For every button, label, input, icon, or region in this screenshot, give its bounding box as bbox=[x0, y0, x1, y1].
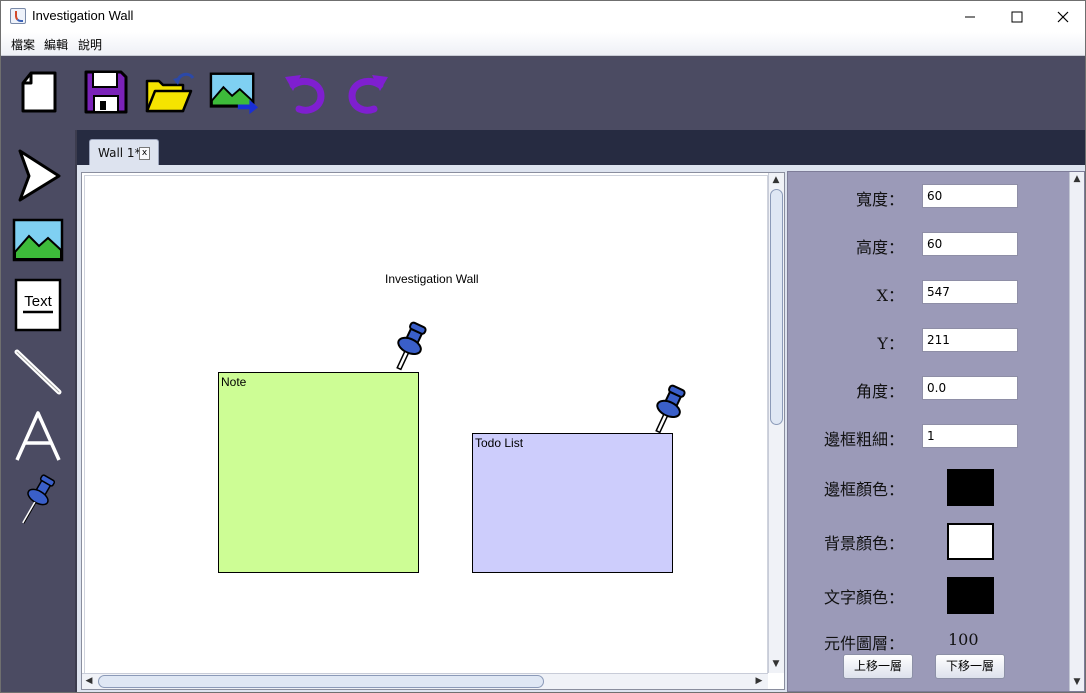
app-window: Investigation Wall 檔案 編輯 說明 Text Wall 1*… bbox=[0, 0, 1086, 693]
image-tool-button[interactable] bbox=[10, 212, 66, 268]
line-tool-icon bbox=[14, 349, 62, 395]
height-label: 高度： bbox=[855, 238, 904, 257]
window-title: Investigation Wall bbox=[32, 8, 134, 23]
text-tool-button[interactable]: Text bbox=[10, 277, 66, 333]
move-down-layer-button[interactable]: 下移一層 bbox=[935, 654, 1005, 679]
label-tool-button[interactable] bbox=[10, 408, 66, 464]
pushpin-icon[interactable] bbox=[388, 321, 428, 381]
toolbar bbox=[1, 57, 1085, 130]
text-tool-label: Text bbox=[24, 293, 52, 310]
layer-label: 元件圖層： bbox=[823, 634, 904, 653]
new-file-button[interactable] bbox=[14, 67, 64, 117]
pin-tool-button[interactable] bbox=[10, 473, 66, 529]
height-field[interactable] bbox=[922, 232, 1018, 256]
open-folder-icon bbox=[145, 72, 195, 113]
width-label: 寬度： bbox=[855, 190, 904, 209]
new-file-icon bbox=[21, 71, 57, 113]
layer-value: 100 bbox=[948, 630, 979, 649]
menu-edit[interactable]: 編輯 bbox=[44, 36, 68, 53]
menu-file[interactable]: 檔案 bbox=[11, 36, 35, 53]
menu-bar: 檔案 編輯 說明 bbox=[1, 32, 1085, 56]
maximize-icon bbox=[1011, 11, 1023, 22]
note-card[interactable]: Note bbox=[218, 372, 419, 573]
menu-help[interactable]: 說明 bbox=[78, 36, 102, 53]
maximize-button[interactable] bbox=[994, 1, 1040, 32]
horizontal-scroll-thumb[interactable] bbox=[98, 675, 544, 688]
vertical-scroll-thumb[interactable] bbox=[770, 189, 783, 425]
pushpin-icon[interactable] bbox=[647, 384, 687, 444]
close-button[interactable] bbox=[1040, 1, 1085, 32]
scroll-right-arrow-icon[interactable]: ▶ bbox=[752, 674, 766, 688]
todo-list-title: Todo List bbox=[475, 436, 524, 450]
width-field[interactable] bbox=[922, 184, 1018, 208]
open-folder-button[interactable] bbox=[145, 67, 195, 117]
move-up-layer-button[interactable]: 上移一層 bbox=[843, 654, 913, 679]
select-arrow-icon bbox=[18, 149, 61, 202]
redo-icon bbox=[348, 75, 388, 114]
wall-title-label[interactable]: Investigation Wall bbox=[385, 272, 479, 286]
close-icon bbox=[1057, 11, 1069, 22]
undo-icon bbox=[285, 75, 325, 114]
background-color-label: 背景顏色： bbox=[823, 534, 904, 553]
undo-button[interactable] bbox=[279, 67, 329, 117]
save-icon bbox=[84, 70, 128, 114]
y-field[interactable] bbox=[922, 328, 1018, 352]
border-color-label: 邊框顏色： bbox=[823, 480, 904, 499]
border-width-label: 邊框粗細： bbox=[823, 430, 904, 449]
export-image-icon bbox=[209, 72, 259, 115]
select-tool-button[interactable] bbox=[10, 148, 66, 204]
scroll-up-arrow-icon[interactable]: ▲ bbox=[769, 173, 783, 187]
document-tabs: Wall 1* x bbox=[77, 130, 1085, 168]
scroll-down-arrow-icon[interactable]: ▼ bbox=[769, 657, 783, 671]
angle-label: 角度： bbox=[855, 382, 904, 401]
java-app-icon bbox=[10, 8, 26, 24]
properties-scrollbar[interactable]: ▲ ▼ bbox=[1069, 172, 1084, 691]
scroll-up-arrow-icon[interactable]: ▲ bbox=[1070, 172, 1084, 186]
letter-a-tool-icon bbox=[15, 411, 61, 461]
text-color-swatch[interactable] bbox=[947, 577, 994, 614]
pushpin-tool-icon bbox=[22, 474, 56, 524]
line-tool-button[interactable] bbox=[10, 343, 66, 399]
minimize-button[interactable] bbox=[947, 1, 993, 32]
export-image-button[interactable] bbox=[209, 67, 259, 117]
x-field[interactable] bbox=[922, 280, 1018, 304]
properties-panel: 寬度： 高度： X： Y： 角度： 邊框粗細： 邊框顏色： 背景顏色： 文字顏色… bbox=[787, 171, 1085, 692]
minimize-icon bbox=[965, 16, 975, 17]
scroll-down-arrow-icon[interactable]: ▼ bbox=[1070, 675, 1084, 689]
tab-close-button[interactable]: x bbox=[139, 147, 150, 160]
tool-sidebar: Text bbox=[1, 130, 77, 692]
border-width-field[interactable] bbox=[922, 424, 1018, 448]
x-label: X： bbox=[876, 286, 904, 305]
text-color-label: 文字顏色： bbox=[823, 588, 904, 607]
image-tool-icon bbox=[12, 218, 64, 262]
todo-list-card[interactable]: Todo List bbox=[472, 433, 673, 573]
title-bar: Investigation Wall bbox=[1, 1, 1085, 32]
save-button[interactable] bbox=[81, 67, 131, 117]
text-tool-icon: Text bbox=[14, 278, 62, 332]
tab-label: Wall 1* bbox=[98, 146, 141, 160]
canvas-horizontal-scrollbar[interactable]: ◀ ▶ bbox=[82, 673, 768, 689]
scroll-left-arrow-icon[interactable]: ◀ bbox=[82, 674, 96, 688]
y-label: Y： bbox=[877, 334, 904, 353]
background-color-swatch[interactable] bbox=[947, 523, 994, 560]
redo-button[interactable] bbox=[344, 67, 394, 117]
canvas-vertical-scrollbar[interactable]: ▲ ▼ bbox=[768, 173, 784, 673]
note-title: Note bbox=[221, 375, 247, 389]
tab-wall-1[interactable]: Wall 1* x bbox=[89, 139, 159, 166]
border-color-swatch[interactable] bbox=[947, 469, 994, 506]
angle-field[interactable] bbox=[922, 376, 1018, 400]
canvas-scroll-pane: Investigation Wall Note Todo List ▲ ▼ ◀ … bbox=[81, 172, 785, 690]
wall-canvas[interactable]: Investigation Wall Note Todo List bbox=[84, 175, 768, 675]
